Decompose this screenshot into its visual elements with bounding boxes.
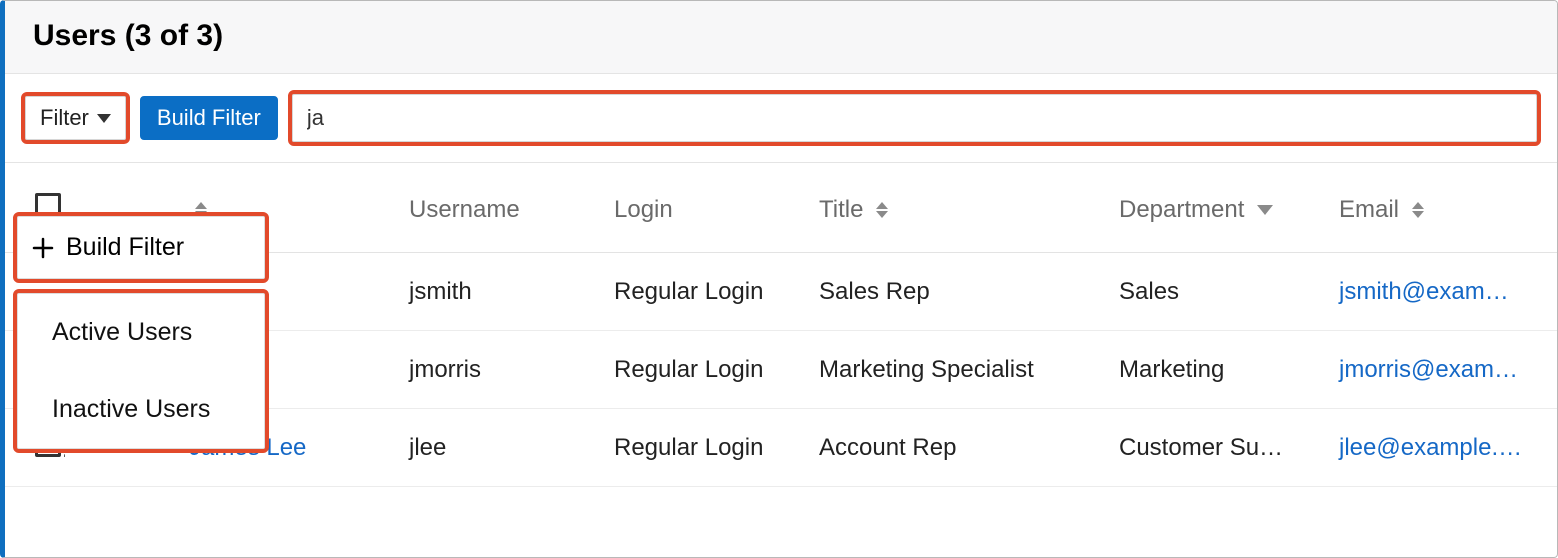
cell-department: Sales [1105, 253, 1325, 331]
search-input[interactable] [292, 94, 1537, 142]
cell-department: Marketing [1105, 331, 1325, 409]
filter-dropdown-button[interactable]: Filter [25, 96, 126, 140]
user-email-link[interactable]: jsmith@exam… [1339, 278, 1509, 305]
cell-login: Regular Login [600, 253, 805, 331]
menu-build-filter-label: Build Filter [66, 233, 184, 262]
user-email-link[interactable]: jmorris@exam… [1339, 356, 1518, 383]
filter-dropdown-menu: Build Filter Active Users Inactive Users [17, 216, 265, 449]
cell-username: jsmith [395, 253, 600, 331]
user-email-link[interactable]: jlee@example.… [1339, 434, 1522, 461]
filter-menu-item-active-users[interactable]: Active Users [18, 294, 264, 371]
cell-username: jmorris [395, 331, 600, 409]
page-header: Users (3 of 3) [5, 1, 1557, 74]
cell-login: Regular Login [600, 331, 805, 409]
filter-menu-list: Active Users Inactive Users [17, 293, 265, 449]
cell-title: Marketing Specialist [805, 331, 1105, 409]
column-title[interactable]: Title [805, 163, 1105, 253]
menu-build-filter[interactable]: Build Filter [17, 216, 265, 279]
page-title: Users (3 of 3) [33, 19, 1529, 53]
filter-menu-item-inactive-users[interactable]: Inactive Users [18, 371, 264, 448]
plus-icon [32, 237, 54, 259]
column-username[interactable]: Username [395, 163, 600, 253]
toolbar: Filter Build Filter [5, 74, 1557, 163]
column-login[interactable]: Login [600, 163, 805, 253]
cell-title: Sales Rep [805, 253, 1105, 331]
sort-desc-icon [1257, 205, 1273, 215]
column-email[interactable]: Email [1325, 163, 1558, 253]
build-filter-button[interactable]: Build Filter [140, 96, 278, 140]
column-department[interactable]: Department [1105, 163, 1325, 253]
cell-login: Regular Login [600, 409, 805, 487]
app-frame: Users (3 of 3) Filter Build Filter Usern… [0, 0, 1558, 558]
cell-username: jlee [395, 409, 600, 487]
sort-icon [876, 202, 888, 218]
sort-icon [1412, 202, 1424, 218]
cell-title: Account Rep [805, 409, 1105, 487]
caret-down-icon [97, 114, 111, 123]
filter-dropdown-label: Filter [40, 105, 89, 131]
cell-department: Customer Su… [1105, 409, 1325, 487]
